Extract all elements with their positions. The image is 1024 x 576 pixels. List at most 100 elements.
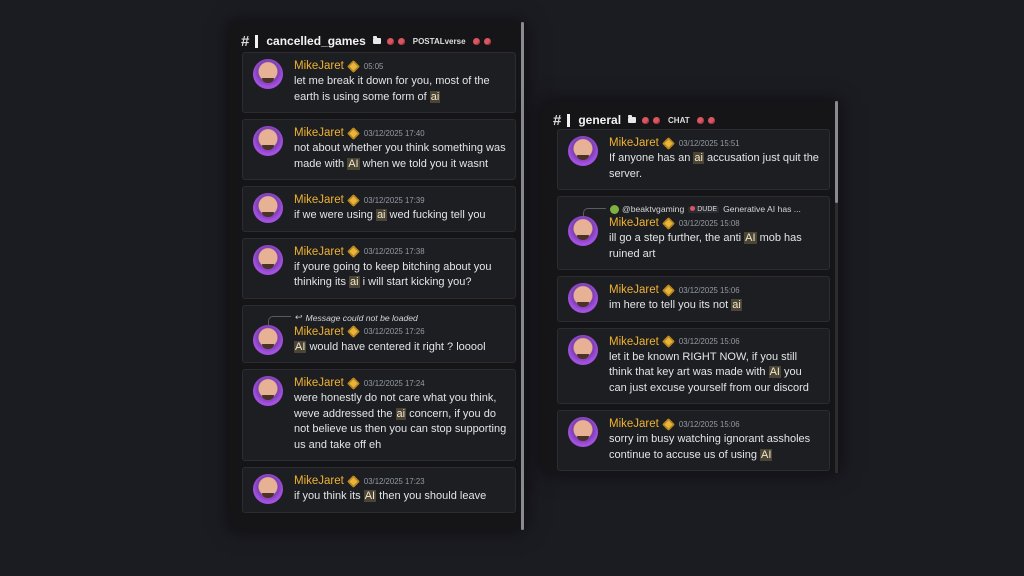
- reply-preview-text: Generative AI has ...: [723, 204, 801, 214]
- username[interactable]: MikeJaret: [609, 336, 659, 348]
- username[interactable]: MikeJaret: [294, 194, 344, 206]
- message-text: let it be known RIGHT NOW, if you still …: [609, 350, 821, 397]
- message-text: were honestly do not care what you think…: [294, 391, 507, 453]
- message[interactable]: MikeJaret 03/12/2025 15:06 im here to tell…: [557, 276, 830, 322]
- text-segment: let me break it down for you, most of th…: [294, 75, 490, 103]
- avatar[interactable]: [253, 474, 283, 504]
- message[interactable]: MikeJaret 03/12/2025 17:24 were honestly d…: [242, 369, 516, 461]
- message[interactable]: MikeJaret 03/12/2025 17:40 not about wheth…: [242, 119, 516, 180]
- verified-badge-icon: [346, 59, 360, 73]
- hash-icon: #: [553, 111, 562, 129]
- red-dot-icon: [642, 116, 650, 124]
- timestamp: 05:05: [363, 61, 384, 71]
- verified-badge-icon: [346, 325, 360, 338]
- username[interactable]: MikeJaret: [294, 475, 344, 487]
- message-header: MikeJaret 03/12/2025 17:26: [294, 324, 507, 340]
- reply-connector: [583, 207, 606, 217]
- message-text: not about whether you think something wa…: [294, 141, 507, 172]
- channel-name[interactable]: cancelled_games: [266, 34, 365, 48]
- message-header: MikeJaret 05:05: [294, 58, 507, 74]
- scrollbar-thumb[interactable]: [835, 101, 838, 203]
- avatar[interactable]: [568, 136, 598, 166]
- reply-reference[interactable]: @beaktvgaming DUDE Generative AI has ...: [583, 202, 821, 217]
- reply-reference[interactable]: ↩ Message could not be loaded: [268, 311, 507, 325]
- highlighted-term: AI: [760, 448, 773, 461]
- timestamp: 03/12/2025 17:40: [363, 128, 425, 138]
- avatar[interactable]: [253, 193, 283, 223]
- message[interactable]: MikeJaret 03/12/2025 17:38 if youre going …: [242, 237, 516, 299]
- message-list: MikeJaret 03/12/2025 15:51 If anyone has a…: [557, 129, 830, 473]
- highlighted-term: ai: [693, 152, 704, 164]
- message-header: MikeJaret 03/12/2025 17:40: [294, 125, 507, 141]
- username[interactable]: MikeJaret: [609, 284, 659, 296]
- channel-header: # general CHAT: [553, 111, 828, 129]
- avatar[interactable]: [253, 244, 283, 275]
- username[interactable]: MikeJaret: [294, 377, 344, 389]
- username[interactable]: MikeJaret: [609, 418, 659, 430]
- username[interactable]: MikeJaret: [294, 60, 344, 72]
- verified-badge-icon: [346, 245, 360, 258]
- text-segment: then you should leave: [376, 490, 487, 502]
- scrollbar[interactable]: [835, 101, 838, 473]
- reply-status-text: Message could not be loaded: [305, 312, 418, 323]
- channel-name[interactable]: general: [578, 113, 621, 127]
- reply-arrow-icon: ↩: [295, 312, 303, 322]
- highlighted-term: AI: [768, 366, 781, 378]
- red-dot-icon: [696, 116, 704, 124]
- username[interactable]: MikeJaret: [609, 217, 659, 229]
- avatar[interactable]: [568, 417, 598, 447]
- message-text: let me break it down for you, most of th…: [294, 74, 507, 105]
- message-text: if you think its AI then you should leav…: [294, 489, 507, 505]
- message-header: MikeJaret 03/12/2025 17:24: [294, 375, 507, 391]
- scrollbar[interactable]: [521, 22, 524, 530]
- message-header: MikeJaret 03/12/2025 17:38: [294, 244, 507, 260]
- message[interactable]: MikeJaret 03/12/2025 15:06 sorry im busy w…: [557, 410, 830, 471]
- username[interactable]: MikeJaret: [294, 246, 344, 258]
- message-header: MikeJaret 03/12/2025 15:06: [609, 334, 821, 350]
- red-dot-icon: [653, 116, 661, 124]
- verified-badge-icon: [661, 335, 675, 348]
- message[interactable]: ↩ Message could not be loaded MikeJaret 03/…: [242, 304, 516, 363]
- channel-header: # cancelled_games POSTALverse: [241, 32, 514, 50]
- red-dot-icon: [397, 37, 405, 45]
- scrollbar-thumb[interactable]: [521, 22, 524, 530]
- message[interactable]: MikeJaret 05:05 let me break it down for y…: [242, 52, 516, 113]
- timestamp: 03/12/2025 17:23: [363, 476, 425, 486]
- message-header: MikeJaret 03/12/2025 17:23: [294, 473, 507, 489]
- username[interactable]: MikeJaret: [294, 326, 344, 338]
- red-dot-icon: [472, 37, 480, 45]
- text-segment: would have centered it right ? looool: [306, 340, 486, 353]
- avatar[interactable]: [253, 59, 283, 89]
- message[interactable]: @beaktvgaming DUDE Generative AI has ... Mi…: [557, 196, 830, 270]
- avatar[interactable]: [253, 376, 283, 406]
- message-text: im here to tell you its not ai: [609, 298, 821, 314]
- message-text: if we were using ai wed fucking tell you: [294, 208, 507, 224]
- avatar[interactable]: [253, 324, 283, 355]
- reply-connector: [268, 316, 291, 325]
- username[interactable]: MikeJaret: [294, 127, 344, 139]
- text-cursor-icon: [255, 34, 259, 48]
- message[interactable]: MikeJaret 03/12/2025 17:39 if we were usin…: [242, 186, 516, 232]
- message-header: MikeJaret 03/12/2025 15:51: [609, 135, 821, 151]
- avatar[interactable]: [568, 334, 598, 365]
- timestamp: 03/12/2025 15:06: [678, 285, 740, 295]
- message[interactable]: MikeJaret 03/12/2025 15:06 let it be known…: [557, 327, 830, 404]
- timestamp: 03/12/2025 15:06: [678, 419, 740, 429]
- message[interactable]: MikeJaret 03/12/2025 17:23 if you think it…: [242, 467, 516, 513]
- verified-badge-icon: [346, 193, 360, 207]
- avatar[interactable]: [568, 283, 598, 313]
- text-segment: If anyone has an: [609, 152, 694, 164]
- message[interactable]: MikeJaret 03/12/2025 15:51 If anyone has a…: [557, 129, 830, 190]
- message-text: ill go a step further, the anti AI mob h…: [609, 231, 821, 262]
- message-text: if youre going to keep bitching about yo…: [294, 260, 507, 291]
- highlighted-term: ai: [731, 299, 742, 311]
- avatar[interactable]: [253, 126, 283, 156]
- highlighted-term: ai: [375, 209, 387, 221]
- text-segment: im here to tell you its not: [609, 299, 732, 311]
- avatar[interactable]: [568, 216, 598, 246]
- highlighted-term: AI: [363, 490, 377, 502]
- username[interactable]: MikeJaret: [609, 137, 659, 149]
- channel-category: CHAT: [668, 115, 690, 125]
- reply-username[interactable]: @beaktvgaming: [622, 204, 684, 214]
- text-segment: if we were using: [294, 209, 376, 221]
